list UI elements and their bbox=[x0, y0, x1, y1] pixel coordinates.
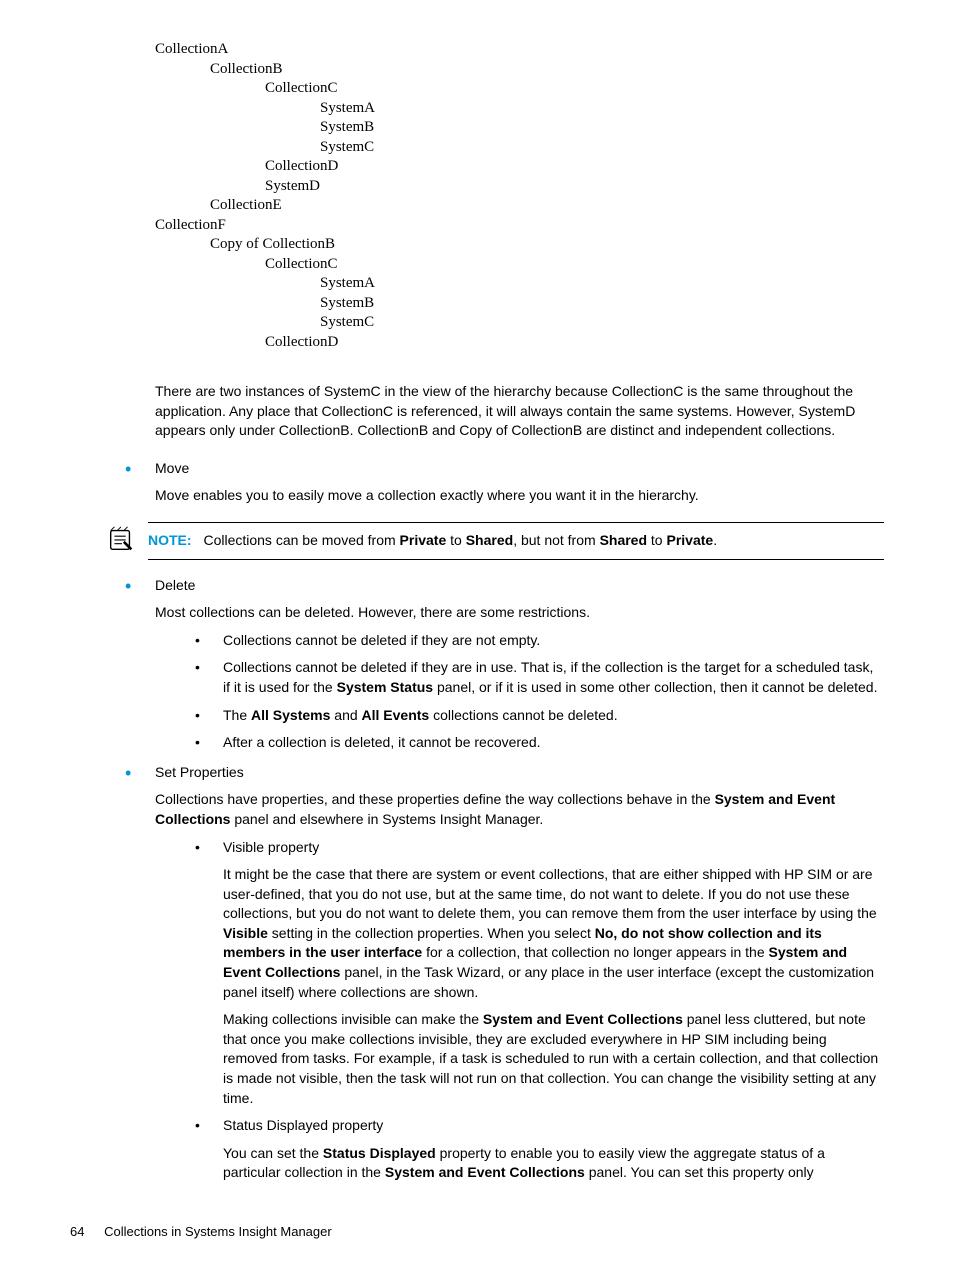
note-text: Collections can be moved from Private to… bbox=[203, 532, 717, 548]
hierarchy-node: CollectionD bbox=[265, 333, 884, 353]
hierarchy-node: CollectionD bbox=[265, 157, 884, 177]
delete-sub-3: The All Systems and All Events collectio… bbox=[195, 706, 884, 726]
note-content: NOTE: Collections can be moved from Priv… bbox=[148, 522, 884, 560]
note-label: NOTE: bbox=[148, 532, 192, 548]
list-item-move: Move Move enables you to easily move a c… bbox=[125, 459, 884, 506]
hierarchy-node: SystemC bbox=[320, 313, 884, 333]
hierarchy-node: Copy of CollectionB bbox=[210, 235, 884, 255]
hierarchy-node: SystemB bbox=[320, 118, 884, 138]
move-body: Move enables you to easily move a collec… bbox=[155, 486, 884, 506]
hierarchy-node: CollectionA bbox=[155, 40, 884, 60]
hierarchy-node: SystemD bbox=[265, 177, 884, 197]
delete-sub-4: After a collection is deleted, it cannot… bbox=[195, 733, 884, 753]
page-footer: 64 Collections in Systems Insight Manage… bbox=[70, 1223, 332, 1241]
note-icon bbox=[106, 524, 136, 554]
list-item-setproperties: Set Properties Collections have properti… bbox=[125, 763, 884, 1183]
hierarchy-tree: CollectionACollectionBCollectionCSystemA… bbox=[155, 40, 884, 352]
setprops-status: Status Displayed property You can set th… bbox=[195, 1116, 884, 1183]
setprops-visible: Visible property It might be the case th… bbox=[195, 838, 884, 1109]
setprops-body: Collections have properties, and these p… bbox=[155, 790, 884, 829]
delete-sub-1: Collections cannot be deleted if they ar… bbox=[195, 631, 884, 651]
hierarchy-node: CollectionF bbox=[155, 216, 884, 236]
delete-body: Most collections can be deleted. However… bbox=[155, 603, 884, 623]
visible-p1: It might be the case that there are syst… bbox=[223, 865, 884, 1002]
move-title: Move bbox=[155, 459, 884, 479]
visible-p2: Making collections invisible can make th… bbox=[223, 1010, 884, 1108]
status-title: Status Displayed property bbox=[223, 1116, 884, 1136]
hierarchy-node: CollectionC bbox=[265, 255, 884, 275]
page-number: 64 bbox=[70, 1224, 84, 1239]
footer-title: Collections in Systems Insight Manager bbox=[104, 1224, 332, 1239]
hierarchy-node: CollectionB bbox=[210, 60, 884, 80]
setprops-title: Set Properties bbox=[155, 763, 884, 783]
hierarchy-node: SystemB bbox=[320, 294, 884, 314]
hierarchy-node: SystemC bbox=[320, 138, 884, 158]
status-p1: You can set the Status Displayed propert… bbox=[223, 1144, 884, 1183]
hierarchy-node: SystemA bbox=[320, 99, 884, 119]
delete-title: Delete bbox=[155, 576, 884, 596]
visible-title: Visible property bbox=[223, 838, 884, 858]
list-item-delete: Delete Most collections can be deleted. … bbox=[125, 576, 884, 753]
paragraph-intro: There are two instances of SystemC in th… bbox=[155, 382, 884, 441]
hierarchy-node: CollectionE bbox=[210, 196, 884, 216]
note-block: NOTE: Collections can be moved from Priv… bbox=[106, 522, 884, 560]
hierarchy-node: CollectionC bbox=[265, 79, 884, 99]
delete-sub-2: Collections cannot be deleted if they ar… bbox=[195, 658, 884, 697]
hierarchy-node: SystemA bbox=[320, 274, 884, 294]
